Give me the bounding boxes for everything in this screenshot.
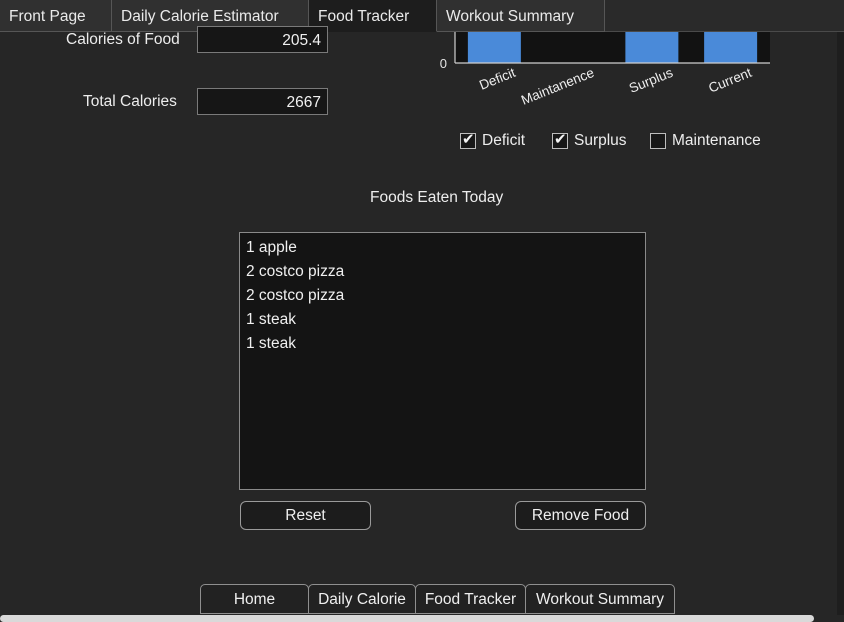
list-item[interactable]: 1 steak bbox=[240, 332, 645, 356]
list-item[interactable]: 1 apple bbox=[240, 236, 645, 260]
total-calories-field[interactable]: 2667 bbox=[197, 88, 328, 115]
check-icon: ✔ bbox=[462, 131, 475, 148]
checkbox-deficit[interactable]: ✔ Deficit bbox=[460, 132, 525, 150]
calories-of-food-label: Calories of Food bbox=[66, 31, 180, 48]
bar-surplus bbox=[625, 32, 679, 63]
list-item[interactable]: 2 costco pizza bbox=[240, 284, 645, 308]
bar-current bbox=[704, 32, 758, 63]
y-tick-zero: 0 bbox=[440, 56, 447, 71]
x-tick-label-maintanence: Maintanence bbox=[519, 65, 596, 108]
checkbox-deficit-label: Deficit bbox=[482, 132, 526, 149]
nav-tab-daily-calorie[interactable]: Daily Calorie bbox=[308, 584, 416, 614]
bar-deficit bbox=[467, 32, 521, 63]
checkbox-surplus-label: Surplus bbox=[574, 132, 627, 149]
checkbox-maintenance-label: Maintenance bbox=[672, 132, 761, 149]
top-tab-bar: Front Page Daily Calorie Estimator Food … bbox=[0, 0, 844, 32]
window-right-edge bbox=[837, 32, 844, 615]
x-tick-label-surplus: Surplus bbox=[627, 65, 675, 96]
nav-tab-home[interactable]: Home bbox=[200, 584, 309, 614]
calorie-bar-chart: 0 Deficit Maintanence Surplus Current bbox=[440, 32, 770, 108]
x-tick-label-deficit: Deficit bbox=[477, 65, 518, 93]
checkbox-maintenance[interactable]: Maintenance bbox=[650, 132, 761, 150]
horizontal-scrollbar[interactable] bbox=[0, 615, 814, 622]
tab-front-page[interactable]: Front Page bbox=[0, 0, 112, 32]
total-calories-label: Total Calories bbox=[83, 93, 177, 110]
calories-of-food-field[interactable]: 205.4 bbox=[197, 26, 328, 53]
remove-food-button[interactable]: Remove Food bbox=[515, 501, 646, 530]
check-icon: ✔ bbox=[554, 131, 567, 148]
list-item[interactable]: 2 costco pizza bbox=[240, 260, 645, 284]
tab-food-tracker[interactable]: Food Tracker bbox=[309, 0, 437, 32]
tab-workout-summary[interactable]: Workout Summary bbox=[437, 0, 605, 32]
foods-eaten-title: Foods Eaten Today bbox=[370, 189, 504, 206]
list-item[interactable]: 1 steak bbox=[240, 308, 645, 332]
x-tick-label-current: Current bbox=[706, 65, 754, 96]
reset-button[interactable]: Reset bbox=[240, 501, 371, 530]
checkbox-surplus[interactable]: ✔ Surplus bbox=[552, 132, 627, 150]
foods-list[interactable]: 1 apple 2 costco pizza 2 costco pizza 1 … bbox=[239, 232, 646, 490]
nav-tab-food-tracker[interactable]: Food Tracker bbox=[415, 584, 526, 614]
nav-tab-workout-summary[interactable]: Workout Summary bbox=[525, 584, 675, 614]
